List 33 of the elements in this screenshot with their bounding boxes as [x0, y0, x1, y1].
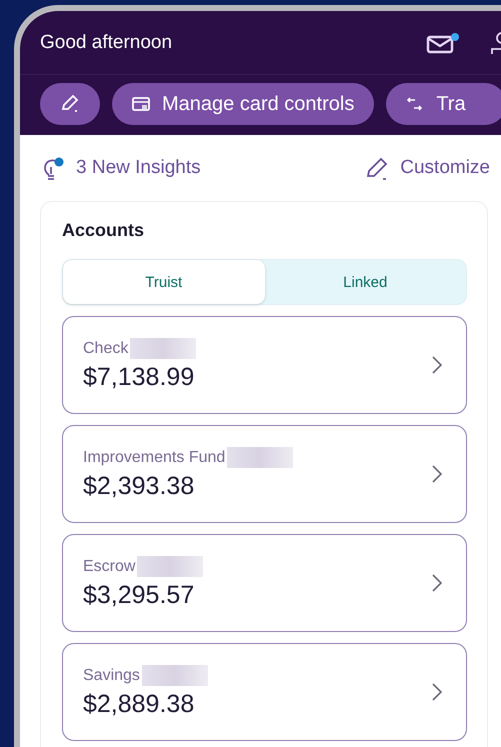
account-balance: $7,138.99	[83, 363, 196, 392]
account-name: Improvements Fund	[83, 448, 226, 466]
redacted-mark	[142, 665, 208, 686]
account-balance: $2,889.38	[83, 690, 196, 719]
greeting-title: Good afternoon	[40, 32, 174, 54]
account-name: Check	[83, 340, 128, 358]
account-row[interactable]: Improvements Fund $2,393.38	[62, 425, 467, 523]
chevron-right-icon	[432, 683, 442, 701]
account-balance: $3,295.57	[83, 581, 196, 610]
account-tab[interactable]: Linked	[264, 260, 466, 304]
insights-link[interactable]: 3 New Insights	[40, 155, 201, 181]
redacted-mark	[227, 447, 294, 468]
account-row[interactable]: Savings $2,889.38	[62, 643, 467, 741]
chevron-right-icon	[432, 356, 442, 374]
transfer-arrows-icon	[406, 97, 424, 111]
redacted-mark	[137, 556, 204, 577]
quick-action-chip[interactable]: Tra	[386, 83, 501, 125]
account-tab[interactable]: Truist	[63, 260, 264, 304]
account-row[interactable]: Escrow $3,295.57	[62, 534, 467, 632]
account-row[interactable]: Check $7,138.99	[62, 316, 467, 414]
account-name: Escrow	[83, 558, 136, 576]
chevron-right-icon	[432, 465, 442, 483]
card-icon	[132, 97, 150, 111]
account-balance: $2,393.38	[83, 472, 196, 501]
pencil-icon	[60, 94, 80, 114]
chevron-right-icon	[432, 574, 442, 592]
account-name: Savings	[83, 666, 140, 684]
redacted-mark	[130, 338, 196, 359]
mail-icon[interactable]	[426, 32, 460, 54]
customize-link[interactable]: Customize	[364, 155, 490, 181]
accounts-title: Accounts	[62, 220, 146, 241]
quick-action-chip[interactable]: Manage card controls	[112, 83, 374, 125]
quick-action-chip[interactable]	[40, 83, 100, 125]
